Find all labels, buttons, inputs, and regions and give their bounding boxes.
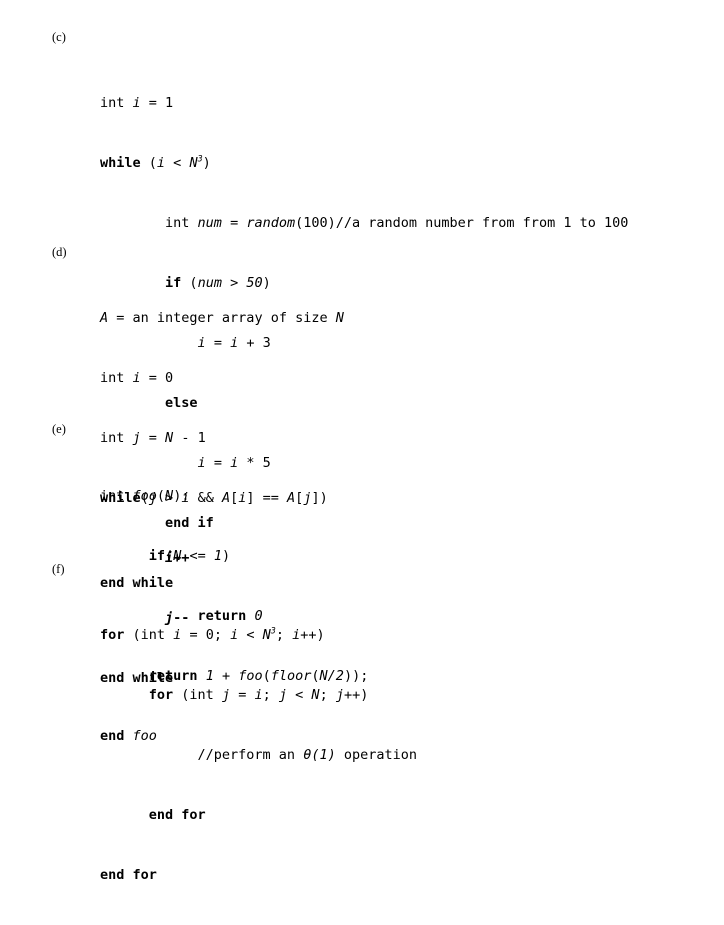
code-line: if(N <= 1) [148,548,231,564]
clipped-top-line: end while [100,0,173,4]
code-line: int num = random(100)//a random number f… [100,215,629,231]
code-line: while (i < N3) [100,153,211,171]
code-line: end for [100,867,157,883]
code-line: //perform an θ(1) operation [100,747,418,763]
part-label-f: (f) [52,562,65,576]
code-line: A = an integer array of size N [100,310,344,326]
code-line: int j = N - 1 [100,430,206,446]
part-label-e: (e) [52,422,66,436]
part-label-d: (d) [52,245,67,259]
code-block-f: for (int i = 0; i < N3; i++) for (int j … [100,585,417,925]
code-line: for (int j = i; j < N; j++) [148,687,369,703]
code-line: end for [148,807,206,823]
code-line: for (int i = 0; i < N3; i++) [100,625,325,643]
code-line: int i = 1 [100,95,174,111]
part-label-c: (c) [52,30,66,44]
code-line: int i = 0 [100,370,174,386]
document-page: end while (c) int i = 1 while (i < N3) i… [0,0,724,883]
code-line: int foo(N): [100,488,190,504]
